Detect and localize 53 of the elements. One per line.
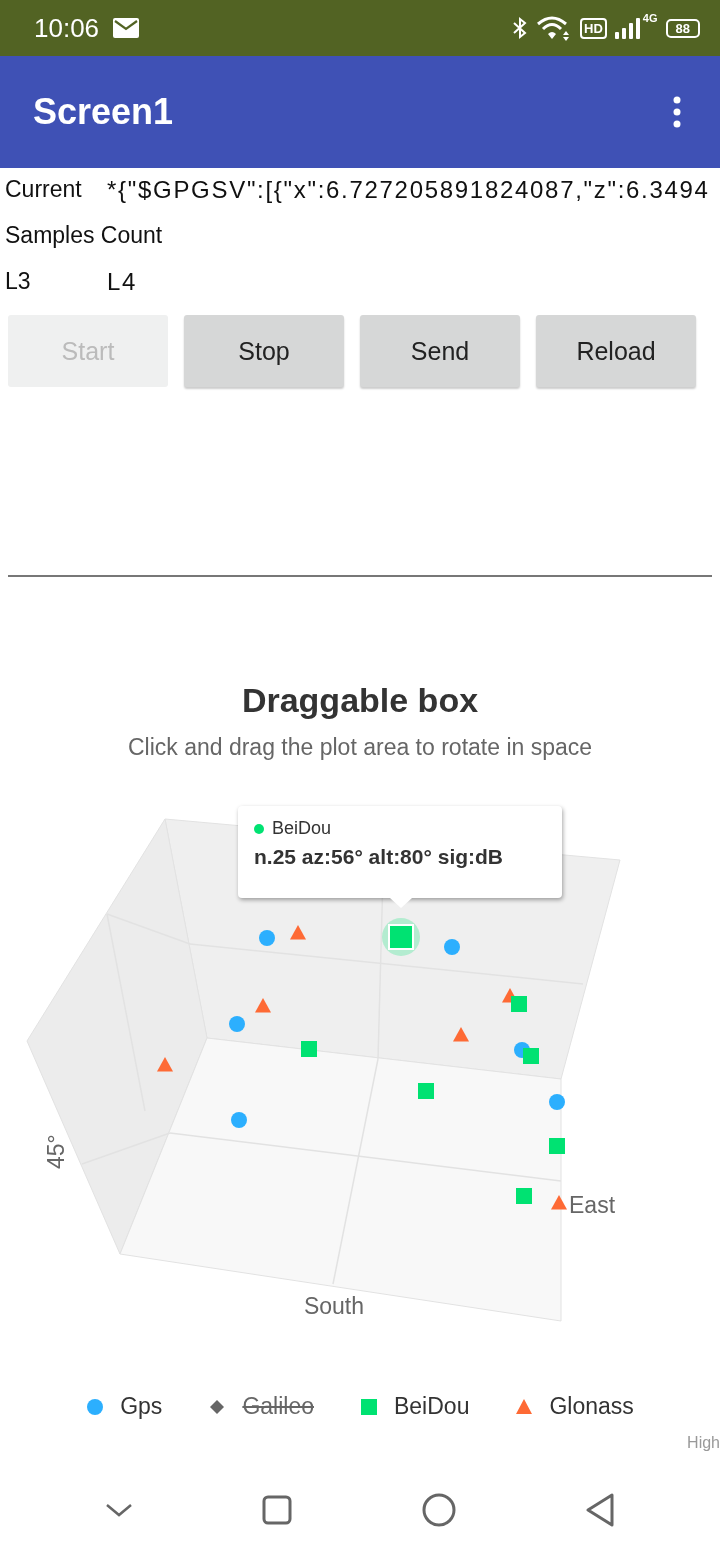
chart-subtitle: Click and drag the plot area to rotate in space bbox=[127, 734, 593, 761]
square-marker bbox=[418, 1083, 434, 1099]
signal-icon bbox=[614, 17, 643, 39]
legend-item[interactable]: Galileo bbox=[208, 1393, 314, 1420]
battery-indicator: 88 bbox=[665, 18, 700, 38]
mail-icon bbox=[113, 18, 140, 38]
square-marker bbox=[516, 1188, 532, 1204]
circle-marker bbox=[444, 939, 460, 955]
tooltip-series: BeiDou bbox=[272, 818, 332, 839]
recents-icon[interactable] bbox=[262, 1495, 293, 1525]
field-value: L4 bbox=[107, 267, 138, 296]
square-marker bbox=[523, 1048, 539, 1064]
chevron-down-icon[interactable] bbox=[104, 1502, 133, 1518]
bluetooth-icon bbox=[512, 16, 529, 40]
triangle-marker bbox=[453, 1027, 469, 1042]
action-button[interactable]: Send bbox=[360, 315, 520, 387]
home-icon[interactable] bbox=[421, 1493, 456, 1527]
action-button[interactable]: Stop bbox=[184, 315, 344, 387]
square-marker bbox=[360, 1397, 378, 1416]
field-value: *{"$GPGSV":[{"x":6.727205891824087,"z":6.3494 bbox=[107, 175, 710, 204]
circle-marker bbox=[231, 1112, 247, 1128]
menu-icon[interactable] bbox=[672, 95, 682, 129]
legend-item[interactable]: Glonass bbox=[515, 1393, 634, 1420]
field-label: L3 bbox=[5, 268, 32, 295]
triangle-marker bbox=[255, 998, 271, 1013]
action-button[interactable]: Reload bbox=[536, 315, 696, 387]
axis-label: South bbox=[303, 1293, 365, 1319]
back-icon[interactable] bbox=[585, 1493, 616, 1527]
network-type: 4G bbox=[642, 12, 658, 24]
legend-item[interactable]: Gps bbox=[86, 1393, 163, 1420]
axis-label: East bbox=[569, 1192, 616, 1218]
triangle-marker bbox=[290, 925, 306, 940]
field-label: Samples Count bbox=[5, 222, 163, 249]
legend-item[interactable]: BeiDou bbox=[360, 1393, 470, 1420]
app-title: Screen1 bbox=[33, 91, 174, 133]
tooltip-text: n.25 az:56° alt:80° sig:dB bbox=[254, 845, 505, 869]
square-marker bbox=[511, 996, 527, 1012]
axis-label: 45° bbox=[43, 1134, 69, 1169]
diamond-marker bbox=[208, 1397, 227, 1416]
triangle-marker bbox=[157, 1057, 173, 1072]
circle-marker bbox=[86, 1397, 105, 1416]
triangle-marker bbox=[551, 1195, 567, 1210]
highlighted-marker bbox=[382, 918, 420, 956]
circle-marker bbox=[229, 1016, 245, 1032]
triangle-marker bbox=[515, 1397, 534, 1416]
hd-badge: HD bbox=[580, 17, 607, 39]
clock: 10:06 bbox=[34, 12, 100, 44]
circle-marker bbox=[549, 1094, 565, 1110]
square-marker bbox=[301, 1041, 317, 1057]
field-label: Current bbox=[5, 176, 83, 203]
chart-title: Draggable box bbox=[241, 681, 479, 720]
circle-marker bbox=[259, 930, 275, 946]
square-marker bbox=[549, 1138, 565, 1154]
